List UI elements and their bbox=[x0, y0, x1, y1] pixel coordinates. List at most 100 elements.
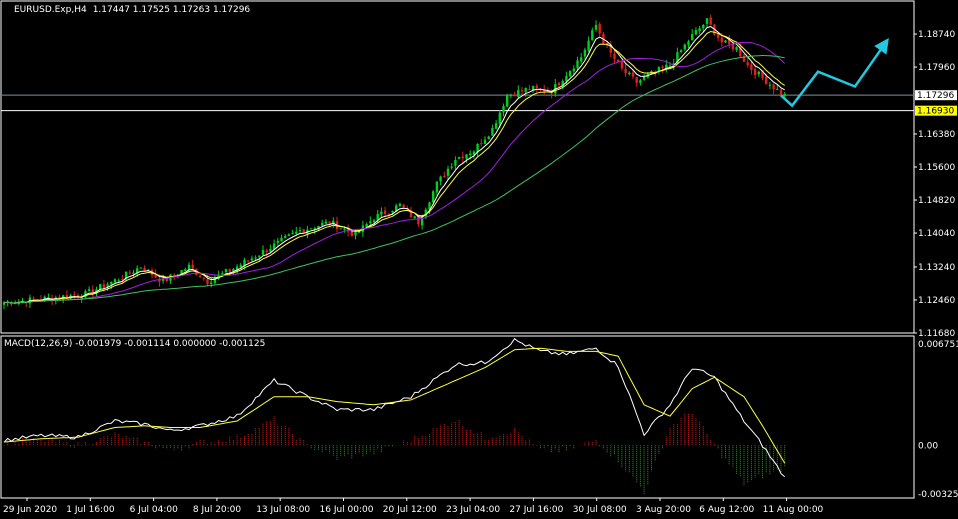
candle-body bbox=[498, 112, 501, 124]
chart-canvas: 1.18740 1.17960 1.16380 1.15600 1.14820 1.140… bbox=[0, 0, 958, 515]
candle-body bbox=[450, 166, 453, 168]
candle-body bbox=[287, 234, 291, 237]
candle-body bbox=[572, 68, 575, 72]
candle-body bbox=[731, 44, 735, 50]
candle-body bbox=[679, 50, 683, 53]
candle-body bbox=[224, 269, 228, 273]
candle-body bbox=[642, 76, 646, 80]
candle-body bbox=[509, 94, 513, 97]
macd-signal-line bbox=[3, 347, 786, 464]
candle-body bbox=[702, 24, 705, 29]
price-axis-tick-label: 1.14040 bbox=[918, 229, 955, 239]
candle-body bbox=[746, 62, 749, 66]
candle-body bbox=[417, 216, 420, 225]
time-axis-tick-label: 30 Jul 08:00 bbox=[573, 505, 627, 515]
candle-body bbox=[628, 72, 631, 75]
candle-body bbox=[779, 89, 783, 95]
candle-body bbox=[750, 64, 753, 70]
time-axis-tick-label: 13 Jul 08:00 bbox=[256, 505, 310, 515]
candle-body bbox=[372, 220, 376, 223]
candle-body bbox=[324, 221, 328, 224]
price-axis-tick-label: 1.15600 bbox=[918, 163, 955, 173]
candle-body bbox=[261, 250, 265, 255]
candle-body bbox=[221, 273, 224, 275]
macd-pane-frame bbox=[0, 335, 915, 499]
time-axis-tick-label: 1 Jul 16:00 bbox=[66, 505, 115, 515]
candle-body bbox=[580, 57, 583, 62]
candle-body bbox=[446, 168, 450, 176]
candle-body bbox=[113, 279, 117, 283]
candle-body bbox=[776, 88, 779, 90]
ma-mid-line bbox=[3, 41, 786, 304]
price-axis-tick-label: 1.17960 bbox=[918, 63, 955, 73]
price-axis-tick-label: 1.18740 bbox=[918, 30, 955, 40]
candle-body bbox=[487, 136, 490, 140]
candle-body bbox=[354, 231, 357, 236]
price-axis-tick-label: 1.11680 bbox=[918, 329, 955, 339]
ma-fast-line bbox=[3, 26, 785, 304]
candle-body bbox=[191, 264, 194, 269]
candle-body bbox=[494, 123, 498, 129]
candle-body bbox=[765, 76, 768, 85]
candle-body bbox=[631, 72, 635, 77]
candle-body bbox=[709, 17, 712, 25]
candle-body bbox=[483, 139, 487, 144]
candle-body bbox=[228, 269, 231, 272]
candle-body bbox=[472, 151, 476, 155]
candle-body bbox=[635, 77, 638, 83]
candle-body bbox=[480, 143, 483, 145]
candle-body bbox=[369, 221, 372, 224]
candle-body bbox=[250, 258, 254, 261]
candle-body bbox=[365, 223, 368, 227]
candle-body bbox=[443, 175, 446, 177]
macd-axis-tick-label: -0.003258 bbox=[918, 490, 958, 500]
candle-body bbox=[757, 71, 760, 75]
candle-body bbox=[768, 84, 772, 86]
candle-body bbox=[295, 231, 298, 234]
price-axis-tick-label: 1.12460 bbox=[918, 296, 955, 306]
candle-body bbox=[87, 289, 91, 291]
candle-body bbox=[528, 89, 531, 91]
candle-body bbox=[302, 229, 305, 233]
price-pane: 1.18740 1.17960 1.16380 1.15600 1.14820 1.140… bbox=[0, 0, 957, 339]
candle-body bbox=[402, 204, 405, 208]
candle-body bbox=[387, 213, 390, 215]
candle-body bbox=[298, 230, 302, 232]
candles bbox=[2, 14, 786, 310]
candle-body bbox=[454, 160, 457, 166]
candle-body bbox=[269, 249, 272, 252]
candle-body bbox=[206, 279, 209, 285]
candle-body bbox=[413, 216, 416, 219]
candle-body bbox=[668, 65, 672, 67]
candle-body bbox=[698, 28, 701, 31]
macd-header: MACD(12,26,9) -0.001979 -0.001114 0.0000… bbox=[4, 339, 265, 349]
macd-line bbox=[3, 337, 786, 478]
candle-body bbox=[184, 269, 187, 272]
candle-body bbox=[439, 176, 442, 182]
time-axis-tick-label: 29 Jun 2020 bbox=[3, 505, 57, 515]
time-axis-tick-label: 6 Jul 04:00 bbox=[130, 505, 179, 515]
candle-body bbox=[687, 41, 690, 46]
macd-pane: 29 Jun 2020 1 Jul 16:00 6 Jul 04:00 8 Jul 2… bbox=[0, 335, 958, 515]
candle-body bbox=[565, 75, 568, 82]
candle-body bbox=[173, 274, 176, 276]
candle-body bbox=[102, 284, 106, 288]
candle-body bbox=[280, 237, 283, 242]
time-axis-tick-label: 16 Jul 00:00 bbox=[320, 505, 374, 515]
candle-body bbox=[531, 86, 535, 90]
candle-body bbox=[502, 106, 505, 113]
candle-body bbox=[576, 60, 579, 68]
time-axis-tick-label: 8 Jul 20:00 bbox=[193, 505, 242, 515]
candle-body bbox=[187, 264, 191, 270]
price-axis-tick-label: 1.16380 bbox=[918, 130, 955, 140]
header-ohlc: 1.17447 1.17525 1.17263 1.17296 bbox=[93, 5, 251, 15]
candle-body bbox=[461, 156, 464, 159]
candle-body bbox=[583, 49, 587, 57]
candle-body bbox=[624, 68, 627, 74]
candle-body bbox=[735, 47, 738, 50]
candle-body bbox=[110, 281, 113, 285]
candle-body bbox=[513, 95, 516, 97]
time-axis-tick-label: 11 Aug 00:00 bbox=[763, 505, 824, 515]
candle-body bbox=[309, 228, 313, 230]
candle-body bbox=[132, 272, 135, 274]
